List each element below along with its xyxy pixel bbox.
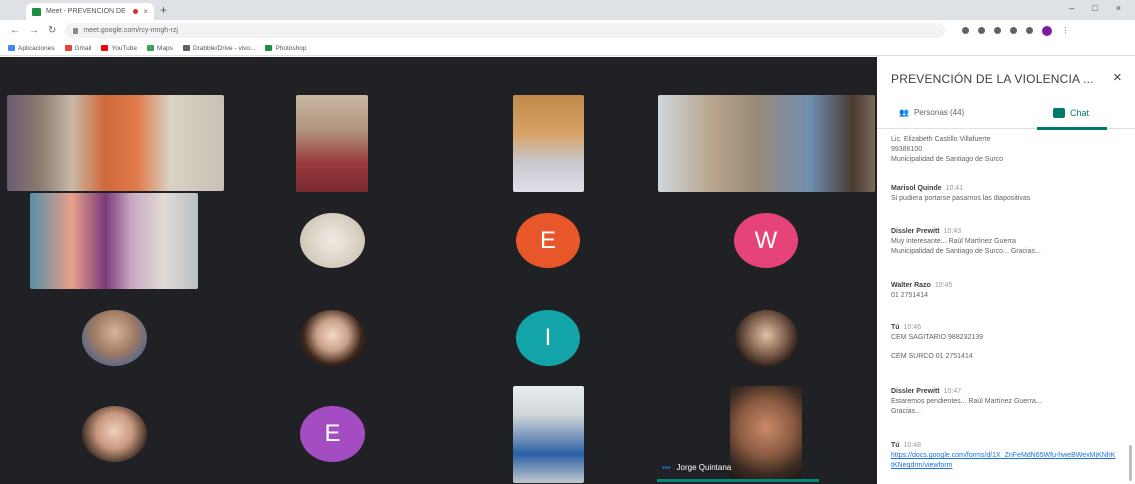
- youtube-icon: [101, 45, 109, 51]
- bookmark-item[interactable]: Maps: [147, 45, 173, 52]
- participant-video-tile[interactable]: [7, 95, 224, 191]
- browser-tab[interactable]: Meet - PREVENCIÓN DE LA ×: [26, 3, 154, 20]
- browser-tab-bar: Meet - PREVENCIÓN DE LA × + – □ ×: [0, 0, 1135, 20]
- chat-message: Walter Razo 10:45 01 2751414: [891, 282, 953, 300]
- message-time: 10:47: [943, 388, 962, 395]
- active-speaker-indicator: [657, 479, 819, 482]
- chat-link[interactable]: https://docs.google.com/forms/d/1X_ZnFeM…: [891, 451, 1116, 471]
- bookmark-item[interactable]: Aplicaciones: [8, 45, 55, 52]
- message-sender: Dissler Prewitt: [891, 388, 940, 395]
- lock-icon: [73, 27, 79, 34]
- address-bar-row: ← → ↻ meet.google.com/rcy-mngh-rzj ⋮: [0, 20, 1135, 41]
- participant-avatar[interactable]: [300, 310, 365, 366]
- active-speaker-label: ▪▪▪ Jorge Quintana: [662, 463, 731, 472]
- chat-message: Dissler Prewitt 10:43 Muy interesante... …: [891, 228, 1041, 256]
- window-controls: – □ ×: [1069, 3, 1121, 13]
- meeting-title: PREVENCIÓN DE LA VIOLENCIA ...: [891, 72, 1094, 86]
- window-close-button[interactable]: ×: [1116, 3, 1121, 13]
- tab-title: Meet - PREVENCIÓN DE LA: [46, 8, 129, 15]
- star-icon[interactable]: [994, 27, 1002, 34]
- reload-icon[interactable]: ↻: [48, 25, 56, 36]
- participant-letter-avatar[interactable]: E: [516, 213, 580, 268]
- tab-close-icon[interactable]: ×: [143, 7, 148, 16]
- minimize-button[interactable]: –: [1069, 3, 1074, 13]
- participant-video-tile[interactable]: [30, 193, 198, 289]
- bookmarks-bar: Aplicaciones Gmail YouTube Maps Drabble/…: [0, 41, 1135, 56]
- message-time: 10:45: [934, 282, 953, 289]
- extension-icon[interactable]: [1010, 27, 1018, 34]
- chat-message: Tú 10:48 https://docs.google.com/forms/d/…: [891, 441, 1116, 471]
- chat-side-panel: PREVENCIÓN DE LA VIOLENCIA ... × 👥 Perso…: [877, 57, 1135, 484]
- chat-message: Lic. Elizabeth Castillo Villafuerte 9938…: [891, 136, 1004, 164]
- zoom-icon[interactable]: [978, 27, 986, 34]
- message-sender: Marisol Quinde: [891, 185, 942, 192]
- participant-avatar[interactable]: [82, 406, 147, 462]
- participant-avatar[interactable]: [735, 310, 798, 366]
- chat-scrollbar[interactable]: [1129, 445, 1132, 481]
- back-arrow-icon[interactable]: ←: [10, 25, 20, 36]
- apps-grid-icon: [8, 45, 15, 51]
- camera-indicator-icon[interactable]: [962, 27, 970, 34]
- message-sender: Tú: [891, 324, 900, 331]
- bookmark-item[interactable]: Gmail: [64, 45, 91, 52]
- chat-message: Marisol Quinde 10:41 Si pudiera portarse …: [891, 185, 1031, 203]
- message-sender: Tú: [891, 442, 900, 449]
- maps-icon: [147, 45, 155, 51]
- participant-video-tile[interactable]: [513, 386, 584, 483]
- drive-icon: [182, 45, 190, 51]
- participant-letter-avatar[interactable]: E: [300, 406, 365, 462]
- url-text: meet.google.com/rcy-mngh-rzj: [83, 27, 178, 34]
- participant-video-tile[interactable]: [658, 95, 875, 192]
- participant-avatar[interactable]: [82, 310, 147, 366]
- photoshop-icon: [265, 45, 273, 51]
- profile-avatar-icon[interactable]: [1042, 25, 1053, 36]
- tab-chat[interactable]: Chat: [1053, 108, 1089, 118]
- bookmark-item[interactable]: Photoshop: [265, 45, 307, 52]
- audio-wave-icon: ▪▪▪: [662, 463, 671, 472]
- tab-people[interactable]: 👥 Personas (44): [899, 108, 964, 117]
- message-time: 10:41: [945, 185, 964, 192]
- chat-message: Dissler Prewitt 10:47 Estaremos pendiente…: [891, 388, 1042, 416]
- forward-arrow-icon[interactable]: →: [29, 25, 39, 36]
- participant-letter-avatar[interactable]: W: [734, 213, 798, 268]
- participant-letter-avatar[interactable]: I: [516, 310, 580, 366]
- chat-message: Tú 10:46 CEM SAGITARIO 988232139 CEM SURC…: [891, 324, 984, 361]
- bookmark-item[interactable]: Drabble/Drive - vivo...: [182, 45, 255, 52]
- recording-dot-icon: [133, 9, 139, 14]
- new-tab-button[interactable]: +: [160, 3, 167, 17]
- chat-icon: [1053, 108, 1065, 118]
- url-bar[interactable]: meet.google.com/rcy-mngh-rzj: [65, 23, 946, 38]
- participant-video-tile[interactable]: [513, 95, 584, 192]
- chat-tab-underline: [1037, 127, 1107, 130]
- active-speaker-video-tile[interactable]: [730, 386, 802, 479]
- bookmark-item[interactable]: YouTube: [101, 45, 137, 52]
- participant-video-tile[interactable]: [296, 95, 368, 192]
- participant-avatar[interactable]: [300, 213, 365, 268]
- people-icon: 👥: [899, 108, 909, 117]
- message-time: 10:43: [943, 228, 962, 235]
- message-sender: Walter Razo: [891, 282, 931, 289]
- meeting-top-bar: [0, 57, 877, 94]
- message-time: 10:46: [903, 324, 922, 331]
- message-sender: Dissler Prewitt: [891, 228, 940, 235]
- maximize-button[interactable]: □: [1092, 3, 1097, 13]
- browser-menu-icon[interactable]: ⋮: [1061, 26, 1069, 35]
- extensions-area: ⋮: [962, 25, 1069, 36]
- gmail-icon: [64, 45, 72, 51]
- panel-tabs: 👥 Personas (44) Chat: [877, 99, 1135, 130]
- close-panel-icon[interactable]: ×: [1113, 69, 1122, 86]
- message-time: 10:48: [903, 442, 922, 449]
- meet-favicon-icon: [32, 7, 41, 16]
- speaker-name: Jorge Quintana: [676, 463, 732, 472]
- puzzle-icon[interactable]: [1026, 27, 1034, 34]
